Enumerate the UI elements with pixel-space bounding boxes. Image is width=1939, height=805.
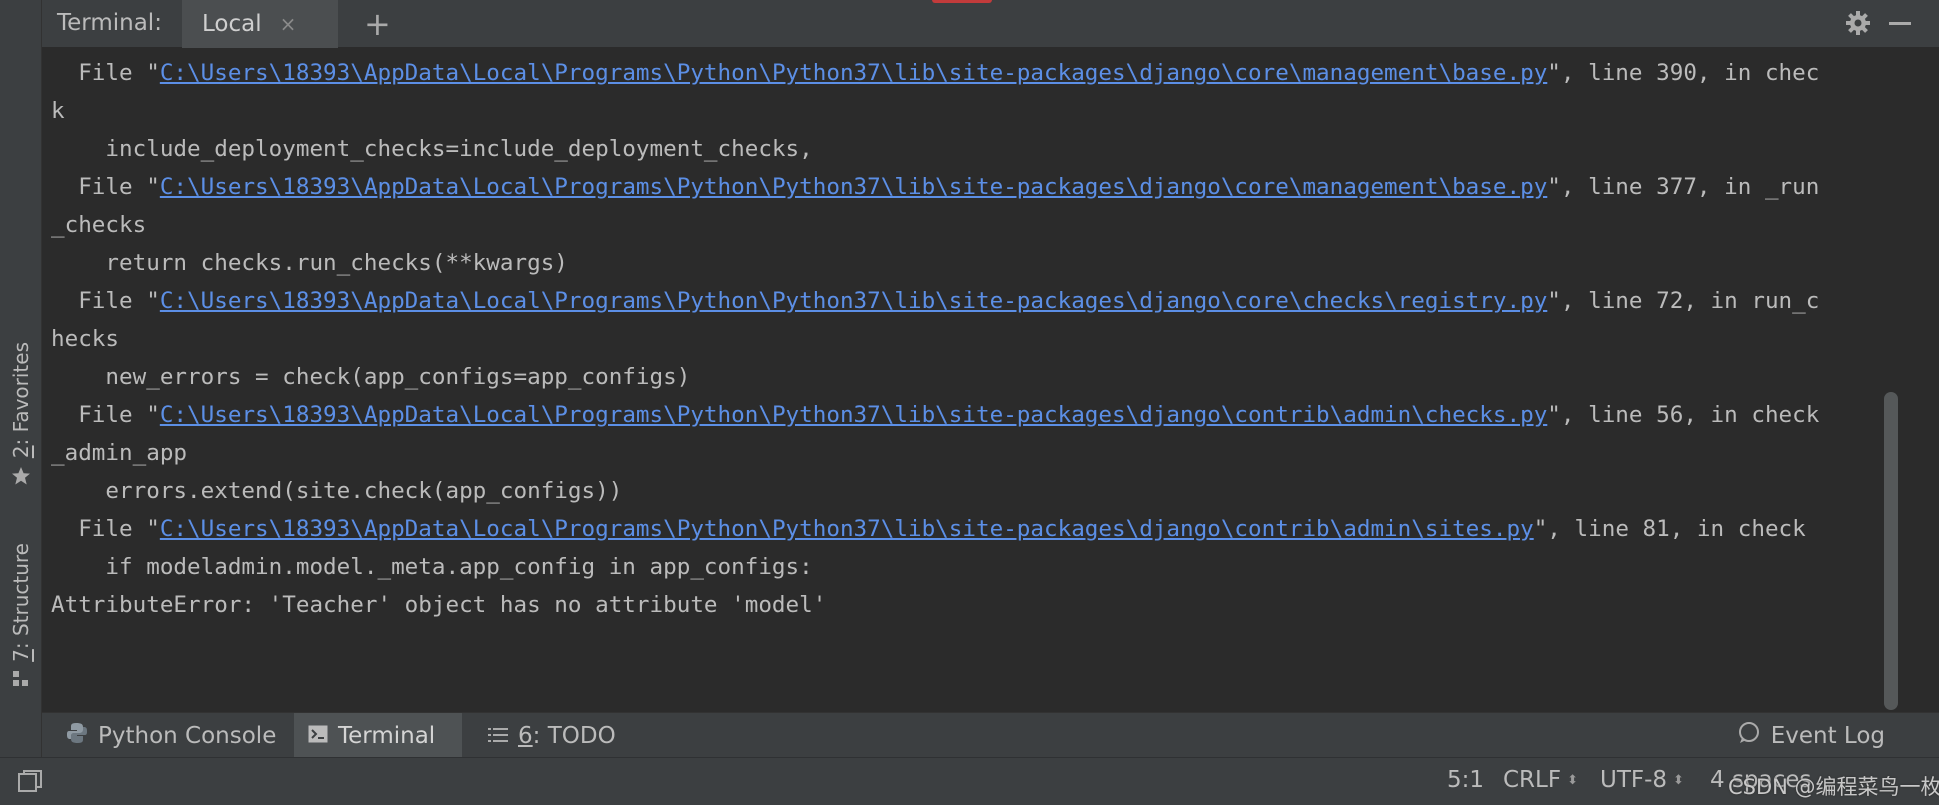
terminal-line: File "C:\Users\18393\AppData\Local\Progr…	[51, 282, 1897, 320]
terminal-text: ", line 81, in check	[1533, 516, 1806, 542]
minimize-icon[interactable]	[1889, 22, 1911, 25]
terminal-title: Terminal:	[57, 10, 162, 36]
terminal-line: _checks	[51, 206, 1897, 244]
terminal-output[interactable]: File "C:\Users\18393\AppData\Local\Progr…	[42, 49, 1897, 712]
add-tab-button[interactable]: +	[364, 6, 391, 42]
structure-tab[interactable]: 7: Structure	[0, 532, 42, 692]
terminal-text: ", line 390, in chec	[1547, 60, 1820, 86]
toggle-tool-windows-icon[interactable]	[18, 770, 42, 798]
watermark: CSDN @编程菜鸟一枚	[1728, 775, 1939, 799]
terminal-line: k	[51, 92, 1897, 130]
terminal-line: hecks	[51, 320, 1897, 358]
scrollbar-thumb[interactable]	[1884, 392, 1898, 710]
left-tool-strip: 2: Favorites 7: Structure	[0, 0, 42, 757]
event-log-icon	[1737, 721, 1761, 751]
list-icon	[488, 723, 508, 749]
status-bar: 5:1 CRLF ⬍ UTF-8 ⬍ 4 spaces CSDN @编程菜鸟一枚	[0, 757, 1939, 805]
star-icon	[11, 466, 31, 490]
tab-todo[interactable]: 6: TODO	[474, 713, 630, 758]
terminal-text: errors.extend(site.check(app_configs))	[51, 478, 623, 504]
terminal-text: File "	[51, 60, 160, 86]
terminal-line: File "C:\Users\18393\AppData\Local\Progr…	[51, 168, 1897, 206]
terminal-text: ", line 72, in run_c	[1547, 288, 1820, 314]
terminal-line: File "C:\Users\18393\AppData\Local\Progr…	[51, 510, 1897, 548]
terminal-line: if modeladmin.model._meta.app_config in …	[51, 548, 1897, 586]
terminal-line: new_errors = check(app_configs=app_confi…	[51, 358, 1897, 396]
tab-python-console[interactable]: Python Console	[52, 713, 290, 758]
tab-event-log-label: Event Log	[1770, 722, 1885, 749]
file-path-link[interactable]: C:\Users\18393\AppData\Local\Programs\Py…	[160, 288, 1547, 314]
terminal-line: File "C:\Users\18393\AppData\Local\Progr…	[51, 54, 1897, 92]
line-separator-selector[interactable]: CRLF ⬍	[1503, 767, 1578, 793]
terminal-text: File "	[51, 402, 160, 428]
tab-local[interactable]: Local ×	[182, 0, 338, 48]
terminal-line: errors.extend(site.check(app_configs))	[51, 472, 1897, 510]
favorites-tab[interactable]: 2: Favorites	[0, 330, 42, 490]
encoding-selector[interactable]: UTF-8 ⬍	[1600, 767, 1684, 793]
file-path-link[interactable]: C:\Users\18393\AppData\Local\Programs\Py…	[160, 516, 1534, 542]
terminal-text: _checks	[51, 212, 147, 238]
terminal-text: AttributeError: 'Teacher' object has no …	[51, 592, 827, 618]
scrollbar-track	[1897, 49, 1939, 712]
terminal-text: if modeladmin.model._meta.app_config in …	[51, 554, 813, 580]
close-icon[interactable]: ×	[280, 12, 297, 36]
caret-position[interactable]: 5:1	[1447, 767, 1484, 793]
terminal-text: return checks.run_checks(**kwargs)	[51, 250, 568, 276]
tab-terminal-label: Terminal	[338, 722, 436, 749]
terminal-line: AttributeError: 'Teacher' object has no …	[51, 586, 1897, 624]
terminal-line: include_deployment_checks=include_deploy…	[51, 130, 1897, 168]
terminal-line: File "C:\Users\18393\AppData\Local\Progr…	[51, 396, 1897, 434]
file-path-link[interactable]: C:\Users\18393\AppData\Local\Programs\Py…	[160, 174, 1547, 200]
terminal-text: ", line 56, in check	[1547, 402, 1820, 428]
terminal-text: File "	[51, 174, 160, 200]
terminal-text: ", line 377, in _run	[1547, 174, 1820, 200]
gear-icon[interactable]	[1844, 9, 1872, 41]
terminal-text: File "	[51, 288, 160, 314]
terminal-text: _admin_app	[51, 440, 188, 466]
terminal-header: Terminal: Local × +	[42, 0, 1939, 48]
terminal-text: File "	[51, 516, 160, 542]
tab-todo-label: 6: TODO	[518, 722, 616, 749]
terminal-line: return checks.run_checks(**kwargs)	[51, 244, 1897, 282]
structure-label: 7: Structure	[9, 543, 33, 662]
tab-terminal[interactable]: Terminal	[294, 713, 462, 758]
tab-local-label: Local	[202, 11, 262, 37]
python-icon	[66, 722, 88, 750]
terminal-text: k	[51, 98, 65, 124]
terminal-line: _admin_app	[51, 434, 1897, 472]
terminal-icon	[308, 723, 328, 749]
window-top-marker	[932, 0, 992, 3]
structure-icon	[12, 670, 30, 692]
favorites-label: 2: Favorites	[9, 341, 33, 458]
file-path-link[interactable]: C:\Users\18393\AppData\Local\Programs\Py…	[160, 60, 1547, 86]
terminal-text: include_deployment_checks=include_deploy…	[51, 136, 813, 162]
file-path-link[interactable]: C:\Users\18393\AppData\Local\Programs\Py…	[160, 402, 1547, 428]
tool-window-bar: Python Console Terminal 6: TODO Event Lo…	[42, 712, 1939, 758]
tab-python-console-label: Python Console	[98, 722, 277, 749]
tab-event-log[interactable]: Event Log	[1723, 713, 1899, 758]
terminal-text: new_errors = check(app_configs=app_confi…	[51, 364, 691, 390]
terminal-text: hecks	[51, 326, 120, 352]
